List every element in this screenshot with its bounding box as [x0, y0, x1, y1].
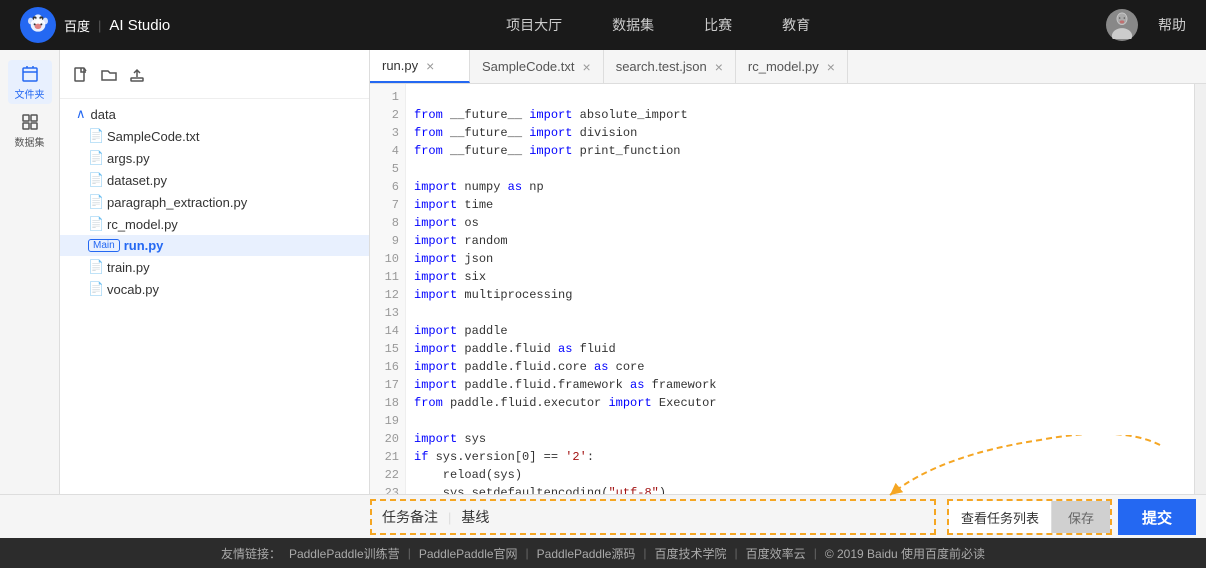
editor-area: run.py × SampleCode.txt × search.test.js…	[370, 50, 1206, 494]
main-badge: Main	[88, 239, 120, 252]
topnav: 百度 | AI Studio 项目大厅 数据集 比赛 教育 帮助	[0, 0, 1206, 50]
upload-button[interactable]	[126, 64, 148, 90]
sidebar: 文件夹 数据集	[0, 50, 60, 494]
help-link[interactable]: 帮助	[1158, 15, 1186, 35]
file-dataset[interactable]: 📄 dataset.py	[60, 169, 369, 191]
file-panel: ∧ data 📄 SampleCode.txt 📄 args.py 📄 data…	[60, 50, 370, 494]
footer-link-paddletraining[interactable]: PaddlePaddle训练营	[289, 545, 400, 562]
main-nav: 项目大厅 数据集 比赛 教育	[210, 15, 1106, 35]
baseline-label: 基线	[461, 507, 489, 527]
file-args[interactable]: 📄 args.py	[60, 147, 369, 169]
sidebar-files-label: 文件夹	[15, 86, 45, 101]
file-icon: 📄	[88, 216, 102, 232]
avatar[interactable]	[1106, 9, 1138, 41]
tab-searchtestjson[interactable]: search.test.json ×	[604, 50, 736, 83]
scrollbar[interactable]	[1194, 84, 1206, 494]
new-file-button[interactable]	[70, 64, 92, 90]
footer-link-paddlesource[interactable]: PaddlePaddle源码	[537, 545, 636, 562]
file-samplecode[interactable]: 📄 SampleCode.txt	[60, 125, 369, 147]
topnav-right: 帮助	[1106, 9, 1186, 41]
footer-link-baidu-cloud[interactable]: 百度效率云	[746, 545, 806, 562]
sidebar-item-datasets[interactable]: 数据集	[8, 108, 52, 152]
file-toolbar	[60, 58, 369, 99]
view-tasks-button[interactable]: 查看任务列表	[949, 501, 1051, 533]
task-note-input[interactable]	[489, 510, 924, 525]
close-tab-samplecode[interactable]: ×	[583, 59, 591, 75]
save-button[interactable]: 保存	[1052, 501, 1110, 533]
file-icon: 📄	[88, 150, 102, 166]
code-editor[interactable]: 123456789101112131415161718192021222324 …	[370, 84, 1206, 494]
close-tab-rcmodel[interactable]: ×	[827, 59, 835, 75]
logo-separator: |	[98, 18, 101, 33]
file-vocab[interactable]: 📄 vocab.py	[60, 278, 369, 300]
studio-text: AI Studio	[109, 17, 170, 34]
baidu-bear-icon	[20, 7, 56, 43]
footer-prefix: 友情链接：	[221, 545, 281, 562]
new-folder-button[interactable]	[98, 64, 120, 90]
line-numbers: 123456789101112131415161718192021222324	[370, 84, 406, 494]
file-rcmodel[interactable]: 📄 rc_model.py	[60, 213, 369, 235]
brand-text: 百度	[64, 16, 90, 35]
logo-area: 百度 | AI Studio	[20, 7, 170, 43]
nav-datasets[interactable]: 数据集	[612, 15, 654, 35]
file-icon: 📄	[88, 281, 102, 297]
tab-runpy[interactable]: run.py ×	[370, 50, 470, 83]
close-tab-searchtestjson[interactable]: ×	[715, 59, 723, 75]
close-tab-runpy[interactable]: ×	[426, 58, 434, 74]
footer-copyright: © 2019 Baidu 使用百度前必读	[825, 545, 985, 562]
file-runpy[interactable]: Main run.py	[60, 235, 369, 256]
file-icon: 📄	[88, 259, 102, 275]
submit-button[interactable]: 提交	[1118, 499, 1196, 535]
file-tree: ∧ data 📄 SampleCode.txt 📄 args.py 📄 data…	[60, 99, 369, 304]
nav-projects[interactable]: 项目大厅	[506, 15, 562, 35]
footer: 友情链接： PaddlePaddle训练营 | PaddlePaddle官网 |…	[0, 538, 1206, 568]
code-content[interactable]: from __future__ import absolute_import f…	[406, 84, 1194, 494]
nav-competition[interactable]: 比赛	[704, 15, 732, 35]
tab-bar: run.py × SampleCode.txt × search.test.js…	[370, 50, 1206, 84]
sidebar-datasets-label: 数据集	[15, 134, 45, 149]
file-icon: 📄	[88, 172, 102, 188]
sidebar-item-files[interactable]: 文件夹	[8, 60, 52, 104]
tab-samplecode[interactable]: SampleCode.txt ×	[470, 50, 604, 83]
file-icon: 📄	[88, 128, 102, 144]
nav-education[interactable]: 教育	[782, 15, 810, 35]
tab-rcmodel[interactable]: rc_model.py ×	[736, 50, 848, 83]
file-paragraph[interactable]: 📄 paragraph_extraction.py	[60, 191, 369, 213]
folder-data[interactable]: ∧ data	[60, 103, 369, 125]
bottom-bar: 任务备注 | 基线 查看任务列表 保存 提交	[0, 494, 1206, 538]
footer-link-paddleofficial[interactable]: PaddlePaddle官网	[419, 545, 518, 562]
file-icon: 📄	[88, 194, 102, 210]
file-train[interactable]: 📄 train.py	[60, 256, 369, 278]
footer-link-baidu-academy[interactable]: 百度技术学院	[655, 545, 727, 562]
task-note-label: 任务备注	[382, 507, 438, 527]
